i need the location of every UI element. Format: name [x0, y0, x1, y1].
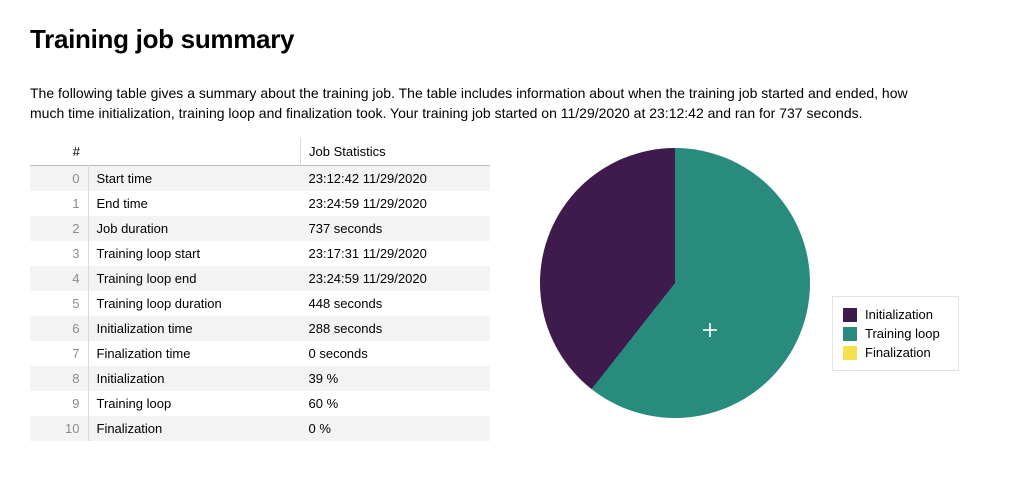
summary-description: The following table gives a summary abou…	[30, 83, 940, 124]
row-name: Training loop start	[88, 241, 301, 266]
row-value: 39 %	[301, 366, 491, 391]
row-index: 10	[30, 416, 88, 441]
row-name: Job duration	[88, 216, 301, 241]
row-name: Initialization	[88, 366, 301, 391]
row-value: 448 seconds	[301, 291, 491, 316]
row-index: 2	[30, 216, 88, 241]
row-index: 3	[30, 241, 88, 266]
legend-label: Initialization	[865, 307, 933, 322]
table-row: 4Training loop end23:24:59 11/29/2020	[30, 266, 490, 291]
row-value: 0 %	[301, 416, 491, 441]
table-row: 10Finalization0 %	[30, 416, 490, 441]
row-index: 4	[30, 266, 88, 291]
job-statistics-table: # Job Statistics 0Start time23:12:42 11/…	[30, 138, 490, 441]
legend-swatch	[843, 346, 857, 360]
row-name: Training loop duration	[88, 291, 301, 316]
table-row: 5Training loop duration448 seconds	[30, 291, 490, 316]
row-name: Training loop	[88, 391, 301, 416]
legend-item[interactable]: Training loop	[843, 324, 940, 343]
row-value: 0 seconds	[301, 341, 491, 366]
col-header-name	[88, 138, 301, 166]
row-index: 7	[30, 341, 88, 366]
pie-chart	[540, 148, 810, 418]
row-value: 23:12:42 11/29/2020	[301, 165, 491, 191]
row-name: Initialization time	[88, 316, 301, 341]
row-value: 23:17:31 11/29/2020	[301, 241, 491, 266]
legend-swatch	[843, 327, 857, 341]
legend-item[interactable]: Initialization	[843, 305, 940, 324]
row-value: 60 %	[301, 391, 491, 416]
row-index: 1	[30, 191, 88, 216]
legend-item[interactable]: Finalization	[843, 343, 940, 362]
table-row: 6Initialization time288 seconds	[30, 316, 490, 341]
row-name: End time	[88, 191, 301, 216]
row-index: 8	[30, 366, 88, 391]
table-row: 1End time23:24:59 11/29/2020	[30, 191, 490, 216]
legend-label: Training loop	[865, 326, 940, 341]
row-name: Finalization time	[88, 341, 301, 366]
row-index: 9	[30, 391, 88, 416]
row-value: 23:24:59 11/29/2020	[301, 266, 491, 291]
table-row: 9Training loop60 %	[30, 391, 490, 416]
row-value: 288 seconds	[301, 316, 491, 341]
row-name: Training loop end	[88, 266, 301, 291]
table-row: 8Initialization39 %	[30, 366, 490, 391]
table-row: 7Finalization time0 seconds	[30, 341, 490, 366]
row-name: Finalization	[88, 416, 301, 441]
row-index: 5	[30, 291, 88, 316]
col-header-index: #	[30, 138, 88, 166]
table-row: 2Job duration737 seconds	[30, 216, 490, 241]
table-row: 0Start time23:12:42 11/29/2020	[30, 165, 490, 191]
row-index: 0	[30, 165, 88, 191]
chart-legend: Initialization Training loop Finalization	[832, 296, 959, 371]
row-value: 737 seconds	[301, 216, 491, 241]
row-value: 23:24:59 11/29/2020	[301, 191, 491, 216]
table-row: 3Training loop start23:17:31 11/29/2020	[30, 241, 490, 266]
legend-label: Finalization	[865, 345, 931, 360]
row-index: 6	[30, 316, 88, 341]
col-header-value: Job Statistics	[301, 138, 491, 166]
row-name: Start time	[88, 165, 301, 191]
legend-swatch	[843, 308, 857, 322]
time-breakdown-pie	[540, 148, 810, 418]
page-title: Training job summary	[30, 24, 998, 55]
